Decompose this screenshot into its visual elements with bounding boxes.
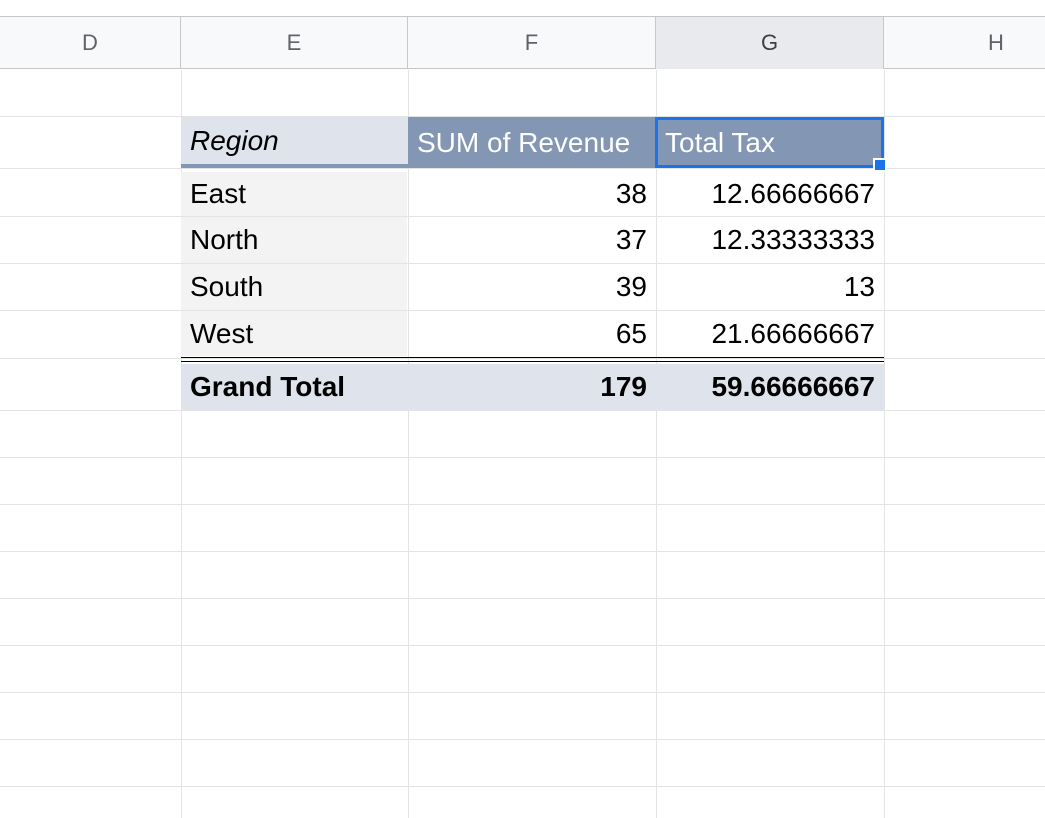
grid-line [0, 358, 1045, 359]
total-divider [181, 357, 884, 358]
fill-handle[interactable] [873, 158, 887, 172]
grid-line [0, 739, 1045, 740]
column-header-e[interactable]: E [181, 17, 408, 69]
grid-line [0, 504, 1045, 505]
column-header-f[interactable]: F [408, 17, 656, 69]
column-header-row: D E F G H [0, 16, 1045, 69]
grid-line [0, 168, 1045, 169]
pivot-cell-tax[interactable]: 13 [657, 264, 884, 310]
toolbar-edge [0, 0, 1045, 16]
pivot-cell-revenue[interactable]: 37 [409, 217, 656, 263]
grid-line [0, 645, 1045, 646]
column-header-h[interactable]: H [884, 17, 1045, 69]
grid-line [0, 692, 1045, 693]
pivot-cell-revenue[interactable]: 39 [409, 264, 656, 310]
pivot-cell-revenue[interactable]: 65 [409, 311, 656, 356]
pivot-header-region[interactable]: Region [181, 117, 408, 168]
grid-line [0, 457, 1045, 458]
active-cell-selection[interactable] [655, 117, 884, 168]
pivot-row-label[interactable]: South [181, 264, 407, 310]
pivot-cell-tax[interactable]: 12.33333333 [657, 217, 884, 263]
pivot-cell-revenue[interactable]: 38 [409, 172, 656, 216]
total-divider [181, 361, 884, 362]
pivot-header-revenue[interactable]: SUM of Revenue [408, 117, 656, 168]
grand-total-revenue[interactable]: 179 [408, 364, 656, 410]
grid-line [884, 70, 885, 818]
pivot-row-label[interactable]: North [181, 217, 407, 263]
pivot-row-label[interactable]: West [181, 311, 407, 356]
grid-line [0, 551, 1045, 552]
pivot-cell-tax[interactable]: 12.66666667 [657, 172, 884, 216]
grid-line [0, 598, 1045, 599]
grid-line [0, 786, 1045, 787]
grid-line [0, 410, 1045, 411]
pivot-cell-tax[interactable]: 21.66666667 [657, 311, 884, 356]
column-header-g[interactable]: G [656, 17, 884, 69]
grand-total-label[interactable]: Grand Total [181, 364, 408, 410]
column-header-d[interactable]: D [0, 17, 181, 69]
pivot-row-label[interactable]: East [181, 172, 407, 216]
grand-total-tax[interactable]: 59.66666667 [656, 364, 884, 410]
spreadsheet-grid: D E F G H Region SUM of Revenue Total Ta… [0, 0, 1045, 818]
